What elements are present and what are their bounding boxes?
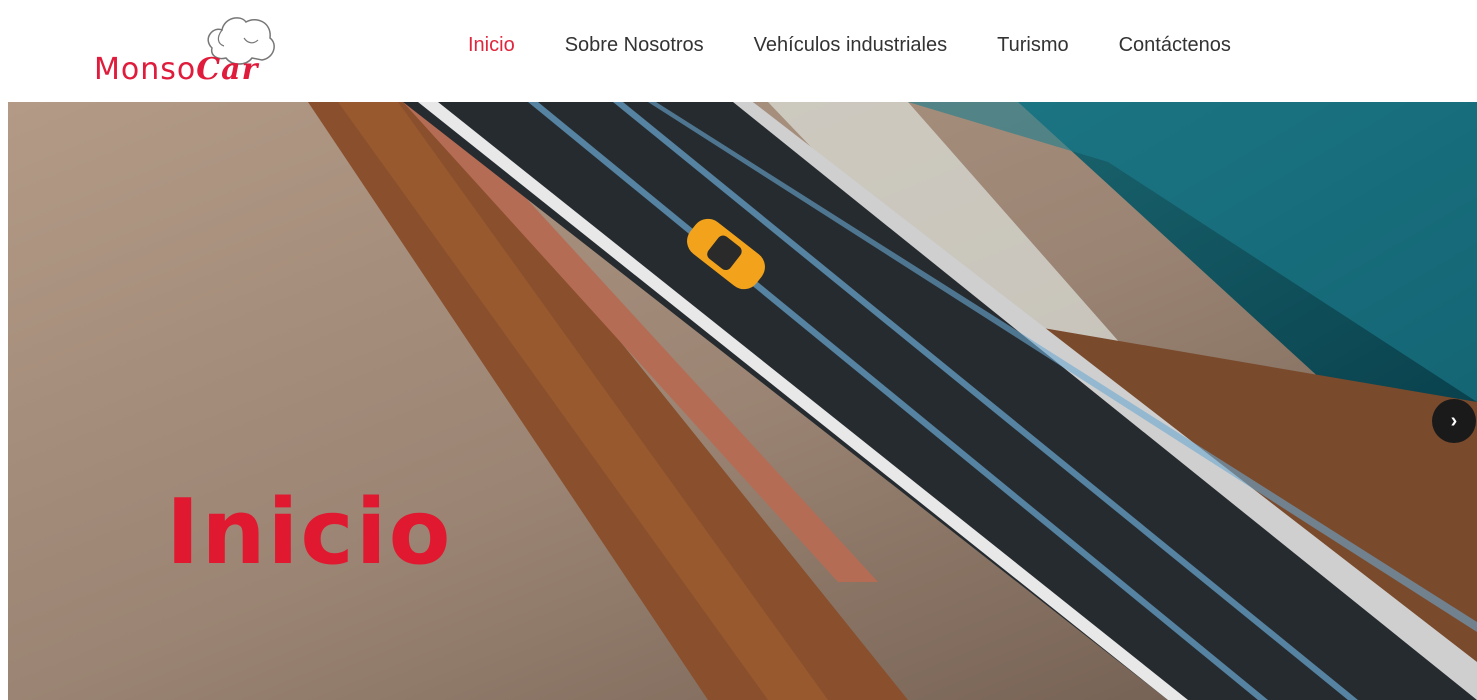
monsocar-logo[interactable]: MonsoCar [92,8,292,88]
chevron-right-icon: › [1450,409,1458,432]
nav-item-turismo[interactable]: Turismo [997,34,1068,57]
nav-item-inicio[interactable]: Inicio [468,34,515,57]
hero-title: Inicio [166,480,453,585]
logo-text-script: Car [196,52,259,87]
nav-item-sobre-nosotros[interactable]: Sobre Nosotros [565,34,704,57]
site-header: MonsoCar Inicio Sobre Nosotros Vehículos… [0,0,1477,102]
hero-slider: Inicio › [8,102,1477,700]
nav-item-vehiculos-industriales[interactable]: Vehículos industriales [754,34,947,57]
logo-text-main: Monso [94,52,197,87]
hero-background-image [8,102,1477,700]
nav-item-contactenos[interactable]: Contáctenos [1119,34,1231,57]
main-nav: Inicio Sobre Nosotros Vehículos industri… [468,34,1281,57]
next-slide-button[interactable]: › [1432,399,1476,443]
